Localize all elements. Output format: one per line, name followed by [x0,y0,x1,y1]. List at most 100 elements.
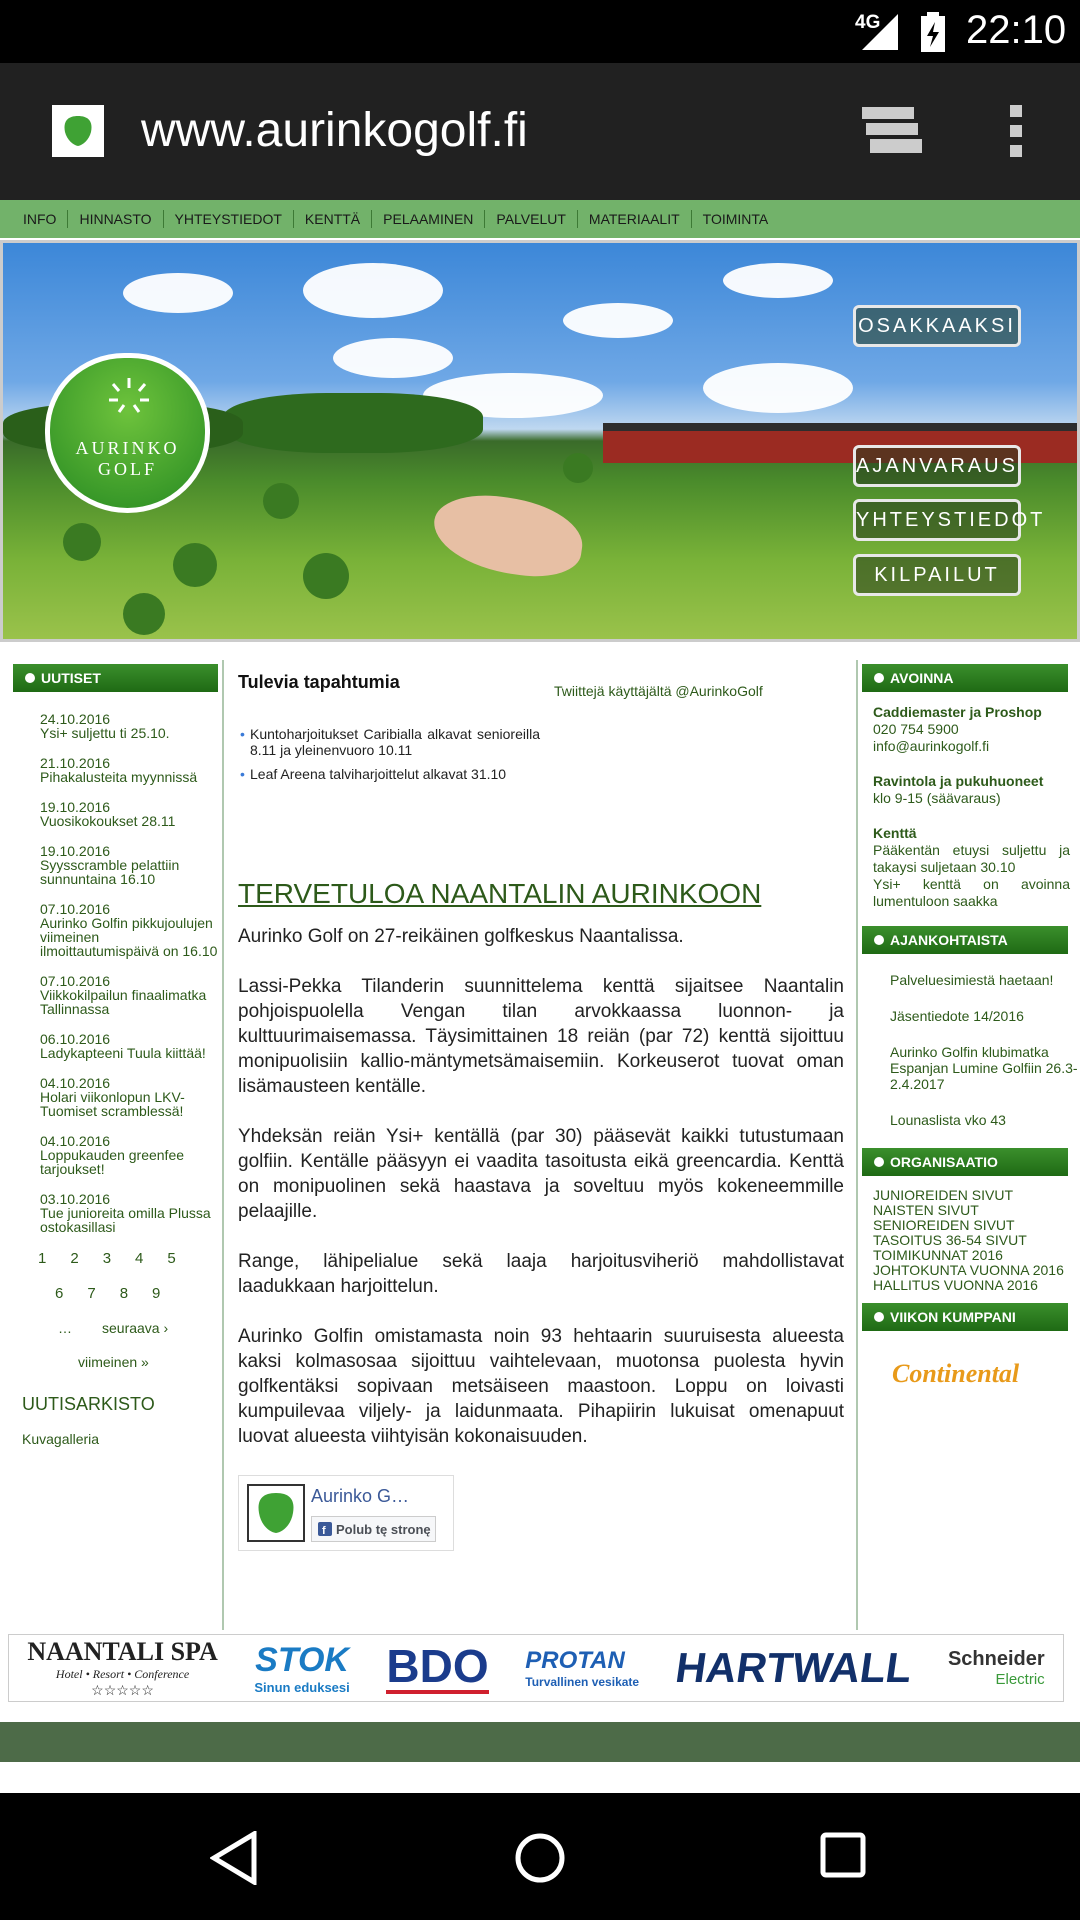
org-link[interactable]: HALLITUS VUONNA 2016 [873,1278,1080,1293]
news-title[interactable]: Tue junioreita omilla Plussa ostokasilla… [40,1206,222,1234]
news-title[interactable]: Viikkokilpailun finaalimatka Tallinnassa [40,988,222,1016]
cloud [333,338,453,378]
left-sidebar: UUTISET 24.10.2016 Ysi+ suljettu ti 25.10… [0,660,224,1630]
kilpailut-button[interactable]: KILPAILUT [853,554,1021,596]
news-date: 07.10.2016 [40,901,111,917]
news-title[interactable]: Vuosikokoukset 28.11 [40,814,222,828]
nav-item-palvelut[interactable]: PALVELUT [485,210,578,228]
facebook-like-button[interactable]: f Polub tę stronę [311,1516,436,1542]
nav-item-toiminta[interactable]: TOIMINTA [692,210,780,228]
stok-logo[interactable]: STOK Sinun eduksesi [254,1641,349,1695]
home-icon[interactable] [513,1831,567,1885]
pager-next-link[interactable]: seuraava › [102,1320,168,1336]
recents-icon[interactable] [819,1831,867,1879]
schneider-tagline: Electric [995,1671,1045,1688]
news-item[interactable]: 21.10.2016 Pihakalusteita myynnissä [40,756,222,784]
news-item[interactable]: 07.10.2016 Viikkokilpailun finaalimatka T… [40,974,222,1016]
kuvagalleria-link[interactable]: Kuvagalleria [22,1431,222,1447]
kentta-title: Kenttä [873,825,917,841]
org-link[interactable]: TOIMIKUNNAT 2016 [873,1248,1080,1263]
nav-item-pelaaminen[interactable]: PELAAMINEN [372,210,486,228]
address-bar[interactable]: www.aurinkogolf.fi [141,103,528,158]
ajankohtaista-link[interactable]: Aurinko Golfin klubimatka Espanjan Lumin… [890,1044,1080,1092]
news-title[interactable]: Pihakalusteita myynnissä [40,770,222,784]
yhteystiedot-button[interactable]: YHTEYSTIEDOT [853,499,1042,541]
pager-page-link[interactable]: 5 [167,1250,175,1267]
event-item[interactable]: Kuntoharjoitukset Caribialla alkavat sen… [240,726,540,758]
overflow-menu-icon[interactable] [1008,103,1026,159]
nav-item-kentta[interactable]: KENTTÄ [294,210,373,228]
right-sidebar: AVOINNA Caddiemaster ja Proshop 020 754 … [860,660,1080,1630]
events-list: Kuntoharjoitukset Caribialla alkavat sen… [240,726,540,790]
news-item[interactable]: 04.10.2016 Loppukauden greenfee tarjoukse… [40,1134,222,1176]
pager-last-link[interactable]: viimeinen » [78,1354,149,1370]
news-title[interactable]: Ladykapteeni Tuula kiittää! [40,1046,222,1060]
news-title[interactable]: Loppukauden greenfee tarjoukset! [40,1148,222,1176]
osakkaaksi-button[interactable]: OSAKKAAKSI [853,305,1021,347]
pager-page-link[interactable]: 4 [135,1250,143,1267]
ajankohtaista-link[interactable]: Lounaslista vko 43 [890,1112,1080,1128]
news-item[interactable]: 24.10.2016 Ysi+ suljettu ti 25.10. [40,712,222,740]
sand-bunker [428,487,588,584]
news-title[interactable]: Ysi+ suljettu ti 25.10. [40,726,222,740]
pager-page-link[interactable]: 2 [70,1250,78,1267]
nav-item-info[interactable]: INFO [12,210,69,228]
events-heading: Tulevia tapahtumia [238,672,400,692]
facebook-widget: Aurinko G… f Polub tę stronę [238,1475,454,1551]
stok-name: STOK [255,1641,349,1679]
news-title[interactable]: Syysscramble pelattiin sunnuntaina 16.10 [40,858,222,886]
news-date: 04.10.2016 [40,1133,111,1149]
avoinna-header: AVOINNA [862,664,1068,692]
back-icon[interactable] [210,1831,260,1885]
email-link[interactable]: info@aurinkogolf.fi [873,738,1070,755]
pager-page-link[interactable]: 6 [55,1285,63,1302]
page-title: TERVETULOA NAANTALIN AURINKOON [238,878,762,909]
org-link[interactable]: SENIOREIDEN SIVUT [873,1218,1080,1233]
facebook-page-name[interactable]: Aurinko G… [311,1486,409,1507]
nav-item-yhteystiedot[interactable]: YHTEYSTIEDOT [164,210,294,228]
tree [303,553,349,599]
news-title[interactable]: Holari viikonlopun LKV-Tuomiset scramble… [40,1090,222,1118]
tabs-switcher-icon[interactable] [860,103,922,159]
org-link[interactable]: TASOITUS 36-54 SIVUT [873,1233,1080,1248]
news-item[interactable]: 19.10.2016 Syysscramble pelattiin sunnunt… [40,844,222,886]
naantali-spa-stars: ☆☆☆☆☆ [91,1682,154,1698]
news-title[interactable]: Aurinko Golfin pikkujoulujen viimeinen i… [40,916,222,958]
organisaatio-list: JUNIOREIDEN SIVUT NAISTEN SIVUT SENIOREI… [873,1188,1080,1293]
ajanvaraus-button[interactable]: AJANVARAUS [853,445,1021,487]
twitter-link[interactable]: Twiittejä käyttäjältä @AurinkoGolf [554,683,763,699]
nav-item-hinnasto[interactable]: HINNASTO [68,210,164,228]
news-item[interactable]: 19.10.2016 Vuosikokoukset 28.11 [40,800,222,828]
ajankohtaista-list: Palveluesimiestä haetaan! Jäsentiedote 1… [890,972,1080,1128]
news-item[interactable]: 07.10.2016 Aurinko Golfin pikkujoulujen v… [40,902,222,958]
news-item[interactable]: 04.10.2016 Holari viikonlopun LKV-Tuomise… [40,1076,222,1118]
battery-icon [921,12,945,52]
uutisarkisto-link[interactable]: UUTISARKISTO [22,1394,222,1415]
naantali-spa-logo[interactable]: NAANTALI SPA Hotel • Resort • Conference… [27,1637,217,1699]
news-date: 19.10.2016 [40,843,111,859]
ajankohtaista-link[interactable]: Palveluesimiestä haetaan! [890,972,1080,988]
schneider-logo[interactable]: Schneider Electric [948,1648,1045,1688]
bdo-logo[interactable]: BDO [386,1642,489,1694]
pager-page-link[interactable]: 3 [103,1250,111,1267]
nav-item-materiaalit[interactable]: MATERIAALIT [578,210,692,228]
event-item[interactable]: Leaf Areena talviharjoittelut alkavat 31… [240,766,540,782]
pager-page-link[interactable]: 7 [87,1285,95,1302]
org-link[interactable]: JUNIOREIDEN SIVUT [873,1188,1080,1203]
org-link[interactable]: JOHTOKUNTA VUONNA 2016 [873,1263,1080,1278]
hartwall-logo[interactable]: HARTWALL [672,1644,914,1692]
continental-logo[interactable]: Continental [892,1359,1080,1389]
pager-page-link[interactable]: 9 [152,1285,160,1302]
pager-page-link[interactable]: 8 [120,1285,128,1302]
facebook-page-avatar[interactable] [247,1484,305,1542]
ajankohtaista-link[interactable]: Jäsentiedote 14/2016 [890,1008,1080,1024]
ravintola-hours: klo 9-15 (säävaraus) [873,790,1001,806]
pager-ellipsis: … [58,1320,72,1336]
pager-page-link[interactable]: 1 [38,1250,46,1267]
news-item[interactable]: 03.10.2016 Tue junioreita omilla Plussa o… [40,1192,222,1234]
org-link[interactable]: NAISTEN SIVUT [873,1203,1080,1218]
protan-logo[interactable]: PROTAN Turvallinen vesikate [525,1647,639,1689]
cloud [123,273,233,313]
news-item[interactable]: 06.10.2016 Ladykapteeni Tuula kiittää! [40,1032,222,1060]
paragraph: Aurinko Golfin omistamasta noin 93 hehta… [238,1326,844,1447]
